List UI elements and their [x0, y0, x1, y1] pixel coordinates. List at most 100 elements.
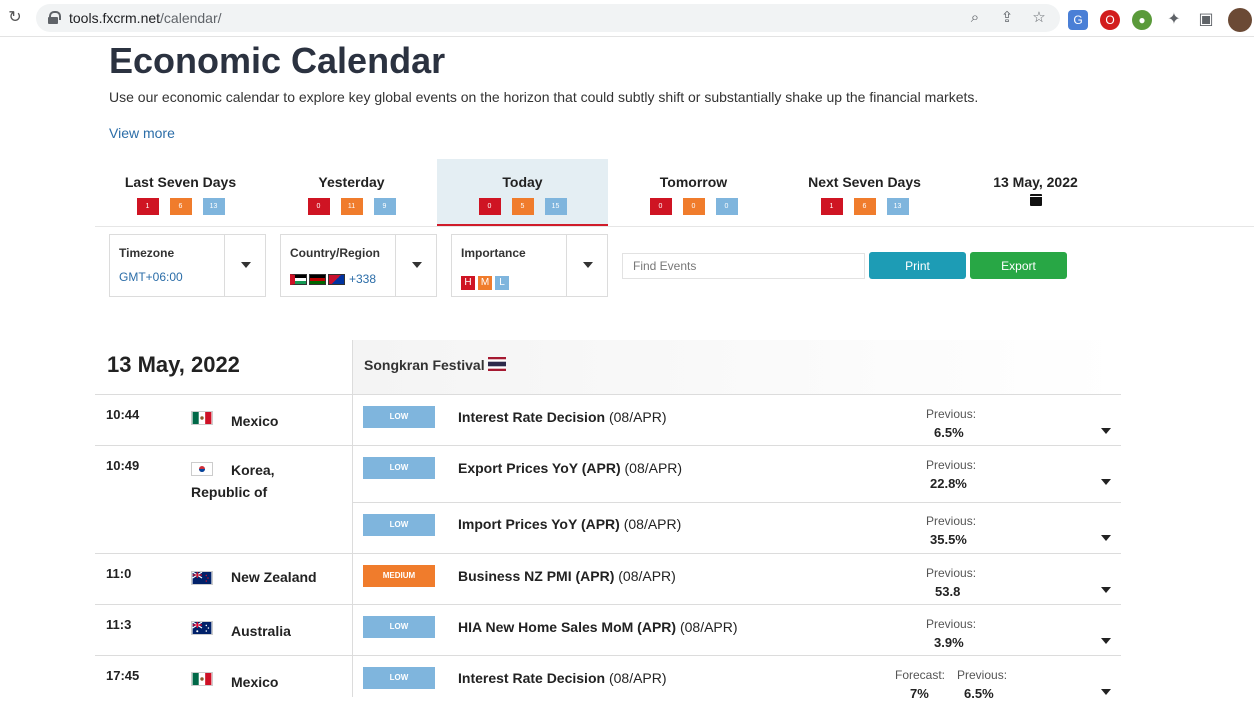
importance-tag: LOW — [363, 667, 435, 689]
previous-value: 3.9% — [934, 635, 964, 650]
tab-tomorrow[interactable]: Tomorrow 0 0 0 — [608, 159, 779, 226]
chevron-down-icon[interactable] — [1101, 479, 1111, 485]
url-host: tools.fxcrm.net — [69, 10, 161, 26]
mexico-flag-icon — [191, 672, 213, 686]
event-country: Mexico — [231, 674, 279, 690]
event-period: (08/APR) — [608, 670, 667, 686]
previous-label: Previous: — [926, 566, 977, 580]
event-name: Interest Rate Decision — [458, 670, 606, 686]
chevron-down-icon[interactable] — [1101, 638, 1111, 644]
timezone-filter[interactable]: Timezone GMT+06:00 — [109, 234, 266, 297]
event-time: 11:3 — [106, 617, 132, 632]
uae-flag-icon — [290, 273, 307, 285]
chevron-down-icon[interactable] — [1101, 535, 1111, 541]
event-name: Import Prices YoY (APR) — [458, 516, 620, 532]
importance-label: Importance — [461, 246, 526, 260]
chevron-down-icon[interactable] — [1101, 428, 1111, 434]
event-row[interactable]: 10:44 Mexico LOW Interest Rate Decision … — [95, 394, 1121, 445]
find-events-input[interactable] — [622, 253, 865, 279]
opera-extension-icon[interactable]: O — [1100, 10, 1120, 30]
divider — [224, 235, 225, 296]
event-row[interactable]: LOW Import Prices YoY (APR) (08/APR) Pre… — [95, 502, 1121, 553]
event-title[interactable]: HIA New Home Sales MoM (APR) (08/APR) — [458, 619, 738, 635]
bookmark-star-icon[interactable]: ☆ — [1030, 9, 1048, 27]
event-row[interactable]: 10:49 Korea, Republic of LOW Export Pric… — [95, 445, 1121, 502]
extensions-puzzle-icon[interactable]: ✦ — [1164, 10, 1184, 30]
print-button[interactable]: Print — [869, 252, 966, 279]
australia-flag-icon — [191, 621, 213, 635]
event-time: 17:45 — [106, 668, 140, 683]
medium-count: 0 — [682, 198, 705, 215]
previous-label: Previous: — [926, 407, 977, 421]
importance-tag: LOW — [363, 514, 435, 536]
importance-filter[interactable]: Importance H M L — [451, 234, 608, 297]
zoom-icon[interactable]: ⌕ — [966, 9, 984, 27]
reload-icon[interactable]: ↻ — [6, 9, 24, 27]
forecast-label: Forecast: — [895, 668, 946, 682]
importance-high-badge[interactable]: H — [461, 276, 475, 290]
medium-count: 6 — [169, 198, 192, 215]
tab-next-seven-days[interactable]: Next Seven Days 1 6 13 — [779, 159, 950, 226]
view-more-link[interactable]: View more — [109, 125, 175, 141]
chevron-down-icon[interactable] — [241, 262, 251, 268]
address-url[interactable]: tools.fxcrm.net/calendar/ — [69, 10, 222, 26]
tab-label: Last Seven Days — [124, 174, 237, 190]
calendar-icon[interactable] — [1029, 194, 1042, 206]
previous-value: 6.5% — [934, 425, 964, 440]
country-label: Country/Region — [290, 246, 380, 260]
tab-last-seven-days[interactable]: Last Seven Days 1 6 13 — [95, 159, 266, 226]
globe-extension-icon[interactable]: ● — [1132, 10, 1152, 30]
event-period: (08/APR) — [624, 460, 683, 476]
country-filter[interactable]: Country/Region +338 — [280, 234, 437, 297]
profile-avatar[interactable] — [1228, 8, 1252, 32]
antigua-flag-icon — [328, 273, 345, 285]
importance-medium-badge[interactable]: M — [478, 276, 492, 290]
event-title[interactable]: Business NZ PMI (APR) (08/APR) — [458, 568, 676, 584]
tab-label: Yesterday — [318, 174, 385, 190]
tab-today[interactable]: Today 0 5 15 — [437, 159, 608, 226]
timezone-label: Timezone — [119, 246, 175, 260]
tab-date-picker[interactable]: 13 May, 2022 — [950, 159, 1121, 226]
tab-label: Today — [502, 174, 543, 190]
tab-label: 13 May, 2022 — [993, 174, 1078, 190]
event-title[interactable]: Import Prices YoY (APR) (08/APR) — [458, 516, 681, 532]
holiday-name: Songkran Festival — [364, 357, 485, 373]
event-row[interactable]: 11:0 New Zealand MEDIUM Business NZ PMI … — [95, 553, 1121, 604]
event-row[interactable]: 17:45 Mexico LOW Interest Rate Decision … — [95, 655, 1121, 701]
event-period: (08/APR) — [623, 516, 682, 532]
chevron-down-icon[interactable] — [1101, 587, 1111, 593]
tab-yesterday[interactable]: Yesterday 0 11 9 — [266, 159, 437, 226]
importance-tag: LOW — [363, 457, 435, 479]
event-row[interactable]: 11:3 Australia LOW HIA New Home Sales Mo… — [95, 604, 1121, 655]
event-country: Australia — [231, 623, 291, 639]
event-title[interactable]: Interest Rate Decision (08/APR) — [458, 409, 667, 425]
event-title[interactable]: Export Prices YoY (APR) (08/APR) — [458, 460, 682, 476]
importance-low-badge[interactable]: L — [495, 276, 509, 290]
kenya-flag-icon — [309, 273, 326, 285]
event-period: (08/APR) — [679, 619, 738, 635]
importance-tag: LOW — [363, 406, 435, 428]
calendar-date-heading: 13 May, 2022 — [107, 352, 240, 377]
share-icon[interactable]: ⇪ — [998, 9, 1016, 27]
chevron-down-icon[interactable] — [583, 262, 593, 268]
event-country: New Zealand — [231, 569, 317, 585]
chevron-down-icon[interactable] — [1101, 689, 1111, 695]
forecast-value: 7% — [910, 686, 929, 701]
high-count: 1 — [820, 198, 843, 215]
page-title: Economic Calendar — [109, 40, 446, 81]
tab-label: Tomorrow — [659, 174, 728, 190]
previous-value: 6.5% — [964, 686, 994, 701]
address-bar[interactable]: tools.fxcrm.net/calendar/ ⌕ ⇪ ☆ — [36, 4, 1060, 32]
low-count: 13 — [202, 198, 225, 215]
translate-extension-icon[interactable]: G — [1068, 10, 1088, 30]
event-time: 10:49 — [106, 458, 140, 473]
event-title[interactable]: Interest Rate Decision (08/APR) — [458, 670, 667, 686]
side-panel-icon[interactable]: ▣ — [1196, 10, 1216, 30]
thailand-flag-icon — [488, 357, 506, 371]
low-count: 0 — [715, 198, 738, 215]
divider — [395, 235, 396, 296]
export-button[interactable]: Export — [970, 252, 1067, 279]
chevron-down-icon[interactable] — [412, 262, 422, 268]
low-count: 15 — [544, 198, 567, 215]
lock-icon[interactable] — [48, 11, 61, 24]
